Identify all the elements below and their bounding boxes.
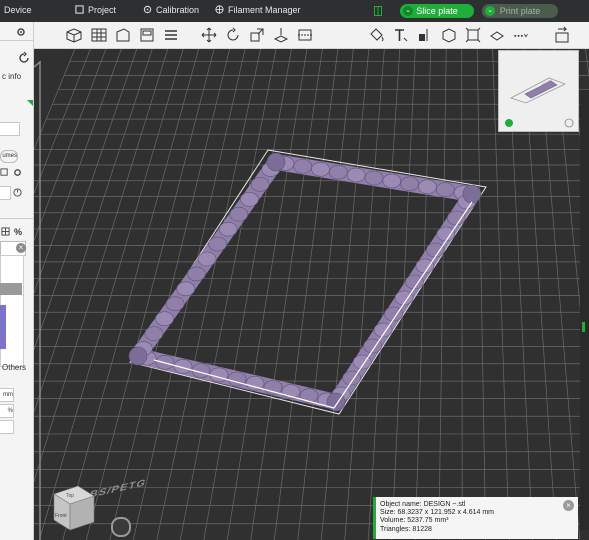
mm-field[interactable]: mm [0,388,14,402]
divider [0,40,33,41]
slice-dropdown-icon[interactable]: ⌄ [403,6,413,16]
thumbnail-preview [505,77,574,128]
close-icon[interactable]: × [16,243,26,253]
view-cube[interactable]: Top Front [44,484,104,539]
arrange-icon[interactable] [138,26,156,44]
gear-icon[interactable] [16,27,26,37]
value-field-3[interactable] [0,420,14,434]
object-volume: Volume: 5237.75 mm³ [380,517,449,525]
close-icon[interactable]: × [563,500,574,511]
info-title: c info [2,72,22,81]
filament-icon [215,5,224,14]
print-plate-label: Print plate [499,6,541,16]
list-item-selected[interactable] [0,283,22,295]
paint-icon[interactable] [368,26,386,44]
orient-icon[interactable] [114,26,132,44]
tab-calibration[interactable]: Calibration [143,5,199,15]
plate-thumbnail[interactable] [498,50,579,132]
left-sidebar: c info umes % × Others mm % [0,22,34,540]
percent-field[interactable]: % [0,404,14,418]
object-name: Object name: DESIGN ~.stl [380,501,466,508]
cube-front-label: Front [55,513,67,519]
object-info-panel: Object name: DESIGN ~.stl Size: 68.3237 … [373,497,578,539]
top-menu-bar: Device Project Calibration Filament Mana… [0,0,589,22]
layers-icon[interactable] [162,26,180,44]
cube-top-label: Top [66,493,74,499]
others-label: Others [2,363,27,372]
project-icon [75,5,84,14]
volumes-button-label: umes [2,153,17,159]
assembly-icon[interactable] [440,26,458,44]
percent-tab[interactable]: % [14,227,22,237]
support-icon[interactable] [488,26,506,44]
status-indicator [582,322,585,332]
right-panel-edge [580,90,589,530]
tab-device[interactable]: Device [4,5,32,15]
tab-device-label: Device [4,5,32,15]
tab-project[interactable]: Project [75,5,116,15]
percent-unit: % [7,408,13,414]
print-dropdown-icon[interactable]: ⌄ [485,6,495,16]
tab-filament-manager[interactable]: Filament Manager [215,5,301,15]
clock-icon[interactable] [13,188,22,197]
volumes-button[interactable]: umes [0,150,18,163]
toolbar [34,22,589,49]
place-on-face-icon[interactable] [272,26,290,44]
settings-icon[interactable] [13,168,22,177]
text-icon[interactable] [392,26,410,44]
value-field-2[interactable] [0,186,11,200]
plate-status-icon [505,119,513,127]
add-object-icon[interactable] [65,26,83,44]
recenter-icon[interactable] [111,517,131,537]
grid-icon[interactable] [1,227,10,236]
value-field-1[interactable] [0,122,20,136]
measure-icon[interactable] [416,26,434,44]
tab-calibration-label: Calibration [156,5,200,15]
object-size: Size: 68.3237 x 121.952 x 4.614 mm [380,509,495,517]
help-icon [564,118,574,128]
tab-project-label: Project [88,5,117,15]
scale-icon[interactable] [248,26,266,44]
calibration-icon [143,5,152,14]
return-icon[interactable] [553,26,571,44]
fit-icon[interactable] [464,26,482,44]
color-swatch [0,305,6,349]
refresh-icon[interactable] [18,52,30,64]
save-icon[interactable] [374,6,382,16]
corner-marker [27,100,33,106]
slice-plate-label: Slice plate [416,6,458,16]
move-icon[interactable] [200,26,218,44]
object-triangles: Triangles: 81228 [380,525,432,533]
grid-icon[interactable] [90,26,108,44]
more-icon[interactable] [512,26,534,44]
cut-icon[interactable] [296,26,314,44]
copy-icon[interactable] [0,168,9,177]
rotate-icon[interactable] [224,26,242,44]
divider [0,218,33,219]
tab-filament-manager-label: Filament Manager [228,5,301,15]
mm-unit: mm [3,392,13,398]
